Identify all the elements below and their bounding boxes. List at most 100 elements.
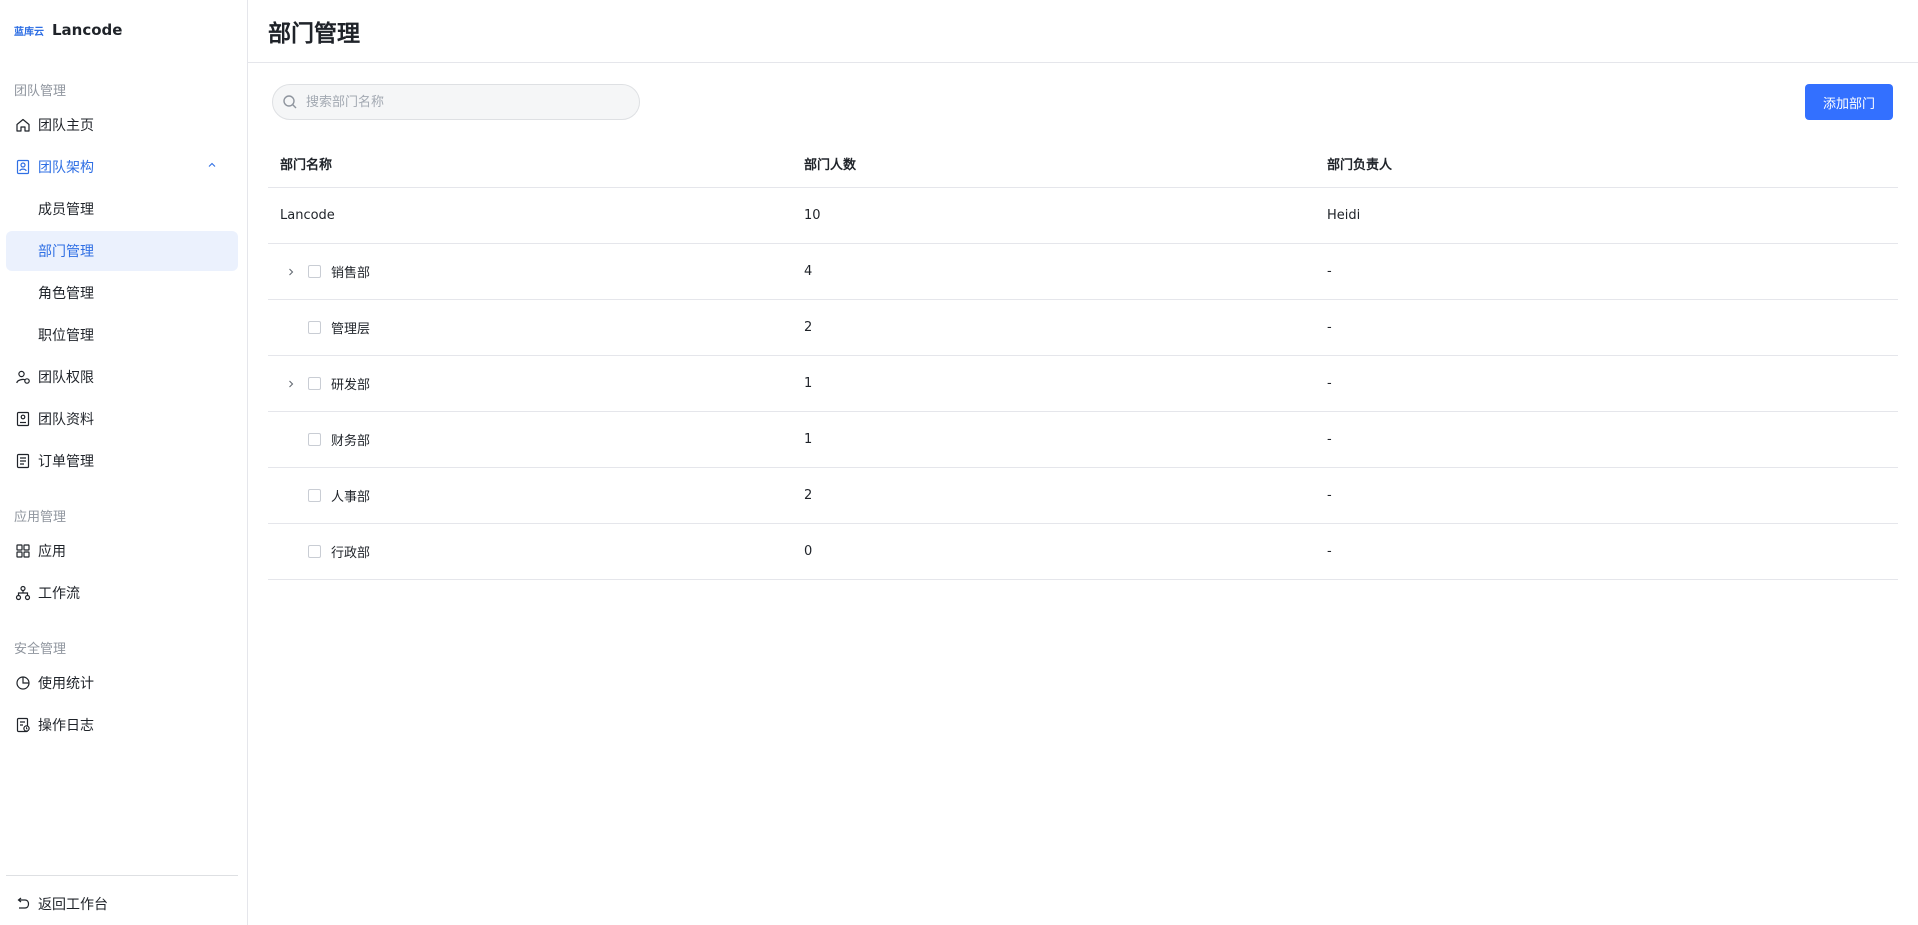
department-count: 4 [804, 264, 813, 279]
sidebar: 蓝库云 Lancode 团队管理 团队主页 团队架构 成员管理 部门管理 角色管… [0, 0, 248, 925]
row-checkbox[interactable] [308, 321, 321, 334]
sidebar-item-label: 部门管理 [38, 244, 94, 260]
sidebar-item-orders[interactable]: 订单管理 [6, 441, 238, 481]
section-app-management: 应用管理 [14, 510, 67, 525]
sidebar-item-team-home[interactable]: 团队主页 [6, 105, 238, 145]
department-count: 1 [804, 376, 813, 391]
page-title: 部门管理 [268, 21, 360, 47]
user-permission-icon [15, 369, 31, 385]
order-icon [15, 453, 31, 469]
table-row[interactable]: 行政部 0 - [268, 524, 1898, 580]
sidebar-item-workflow[interactable]: 工作流 [6, 573, 238, 613]
sidebar-item-label: 职位管理 [38, 328, 94, 344]
profile-card-icon [15, 411, 31, 427]
home-icon [15, 117, 31, 133]
row-checkbox[interactable] [308, 265, 321, 278]
page-header: 部门管理 [248, 0, 1918, 63]
department-name-cell: 销售部 [280, 244, 780, 299]
sidebar-item-label: 应用 [38, 544, 66, 560]
department-table: 部门名称 部门人数 部门负责人 Lancode 10 Heidi 销售部 4 - [268, 140, 1898, 580]
chevron-right-icon[interactable] [284, 265, 298, 279]
sidebar-item-members[interactable]: 成员管理 [6, 189, 238, 229]
search-icon [282, 94, 298, 110]
table-row[interactable]: 财务部 1 - [268, 412, 1898, 468]
main-content: 部门管理 添加部门 部门名称 部门人数 部门负责人 Lancode 10 Hei… [248, 0, 1918, 925]
table-row[interactable]: Lancode 10 Heidi [268, 188, 1898, 244]
department-count: 0 [804, 544, 813, 559]
section-team-management: 团队管理 [14, 84, 67, 99]
sidebar-item-usage-stats[interactable]: 使用统计 [6, 663, 238, 703]
sidebar-item-departments[interactable]: 部门管理 [6, 231, 238, 271]
search-box[interactable] [272, 84, 640, 120]
department-name: Lancode [280, 208, 335, 223]
department-count: 2 [804, 320, 813, 335]
sidebar-item-label: 角色管理 [38, 286, 94, 302]
workflow-icon [15, 585, 31, 601]
search-input[interactable] [304, 93, 624, 111]
department-count: 1 [804, 432, 813, 447]
column-header-name: 部门名称 [280, 158, 333, 173]
department-leader: - [1327, 320, 1332, 335]
department-leader: - [1327, 544, 1332, 559]
row-checkbox[interactable] [308, 489, 321, 502]
department-name-cell: 管理层 [280, 300, 780, 355]
row-checkbox[interactable] [308, 433, 321, 446]
department-name: 行政部 [331, 546, 371, 561]
table-row[interactable]: 人事部 2 - [268, 468, 1898, 524]
log-icon [15, 717, 31, 733]
table-row[interactable]: 销售部 4 - [268, 244, 1898, 300]
sidebar-item-label: 成员管理 [38, 202, 94, 218]
department-leader: - [1327, 432, 1332, 447]
sidebar-item-operation-log[interactable]: 操作日志 [6, 705, 238, 745]
department-name: 销售部 [331, 266, 371, 281]
sidebar-item-team-permissions[interactable]: 团队权限 [6, 357, 238, 397]
department-count: 10 [804, 208, 821, 223]
add-department-button[interactable]: 添加部门 [1805, 84, 1893, 120]
sidebar-item-apps[interactable]: 应用 [6, 531, 238, 571]
department-name-cell: 研发部 [280, 356, 780, 411]
pie-chart-icon [15, 675, 31, 691]
sidebar-item-label: 团队架构 [38, 160, 94, 176]
sidebar-item-team-structure[interactable]: 团队架构 [6, 147, 238, 187]
section-security-management: 安全管理 [14, 642, 67, 657]
sidebar-divider [6, 875, 238, 876]
grid-icon [15, 543, 31, 559]
sidebar-item-label: 使用统计 [38, 676, 94, 692]
column-header-leader: 部门负责人 [1327, 158, 1393, 173]
department-name: 人事部 [331, 490, 371, 505]
sidebar-item-team-profile[interactable]: 团队资料 [6, 399, 238, 439]
department-name-cell: 财务部 [280, 412, 780, 467]
department-name: 管理层 [331, 322, 371, 337]
brand-logo: 蓝库云 [14, 26, 44, 38]
table-row[interactable]: 研发部 1 - [268, 356, 1898, 412]
sidebar-item-label: 团队权限 [38, 370, 94, 386]
department-name-cell: 行政部 [280, 524, 780, 579]
chevron-up-icon[interactable] [206, 159, 218, 175]
back-to-workbench-button[interactable]: 返回工作台 [6, 884, 238, 924]
row-checkbox[interactable] [308, 377, 321, 390]
sidebar-item-label: 操作日志 [38, 718, 94, 734]
department-name: 研发部 [331, 378, 371, 393]
department-name-cell: 人事部 [280, 468, 780, 523]
sidebar-item-label: 团队主页 [38, 118, 94, 134]
chevron-right-icon[interactable] [284, 377, 298, 391]
row-checkbox[interactable] [308, 545, 321, 558]
sidebar-item-label: 团队资料 [38, 412, 94, 428]
table-row[interactable]: 管理层 2 - [268, 300, 1898, 356]
department-leader: - [1327, 376, 1332, 391]
department-leader: - [1327, 488, 1332, 503]
sidebar-item-label: 工作流 [38, 586, 80, 602]
sidebar-item-label: 返回工作台 [38, 897, 108, 913]
table-header: 部门名称 部门人数 部门负责人 [268, 140, 1898, 188]
sidebar-item-positions[interactable]: 职位管理 [6, 315, 238, 355]
department-name: 财务部 [331, 434, 371, 449]
sidebar-item-roles[interactable]: 角色管理 [6, 273, 238, 313]
column-header-count: 部门人数 [804, 158, 857, 173]
undo-icon [15, 896, 31, 912]
brand: 蓝库云 Lancode [14, 19, 122, 41]
brand-name: Lancode [52, 21, 123, 39]
